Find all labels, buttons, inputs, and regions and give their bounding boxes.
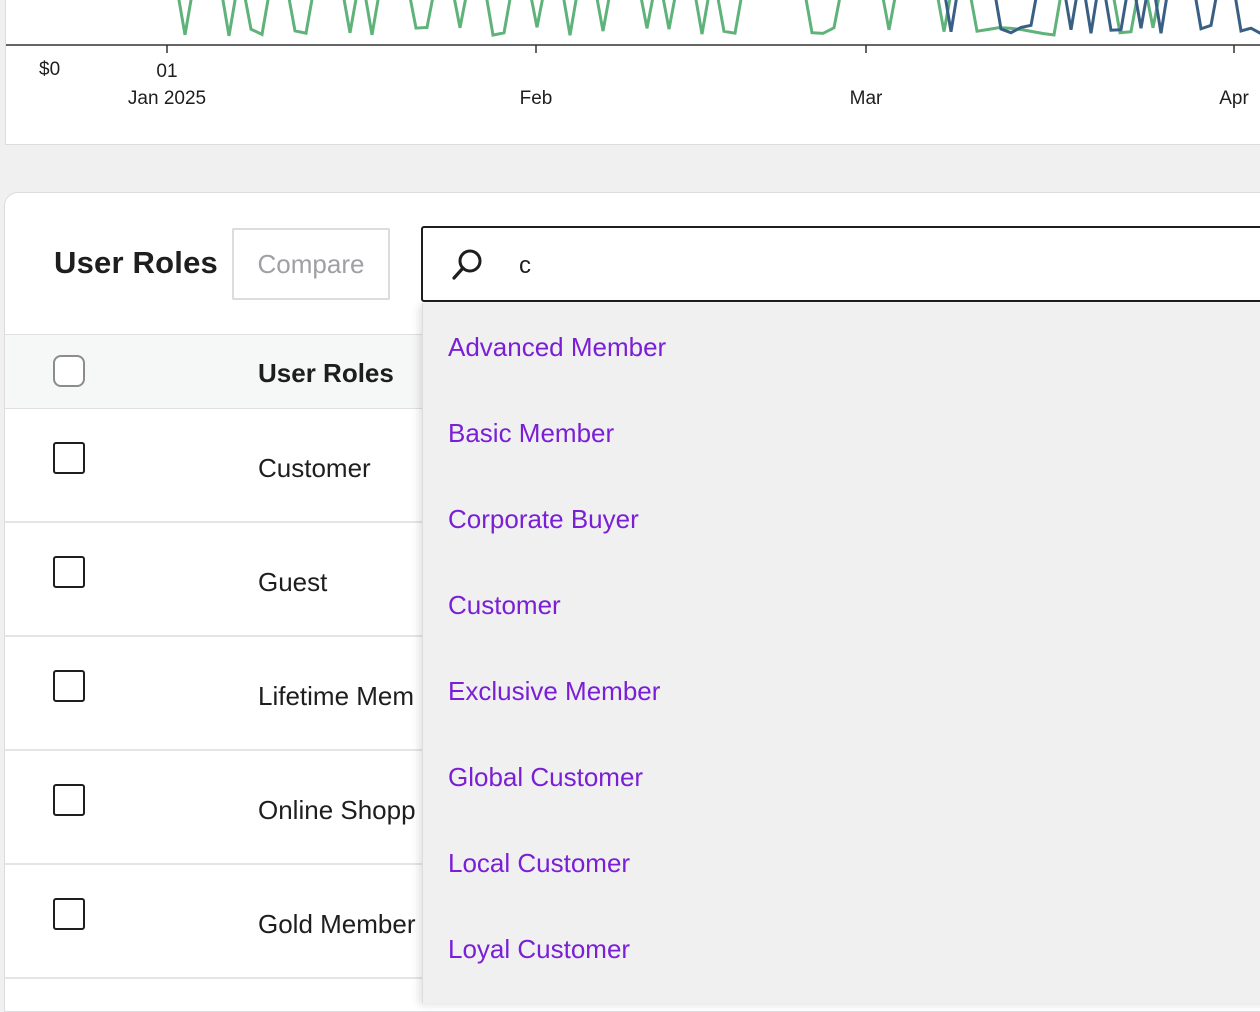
suggestion-option[interactable]: Customer — [448, 590, 561, 621]
suggestion-option[interactable]: Loyal Customer — [448, 934, 630, 965]
card-title: User Roles — [54, 245, 218, 280]
x-tick-label-apr: Apr — [1219, 88, 1249, 109]
row-checkbox[interactable] — [53, 784, 85, 816]
suggestion-option[interactable]: Advanced Member — [448, 332, 666, 363]
x-axis-ticks — [166, 45, 1235, 53]
x-tick-label-mar: Mar — [850, 88, 883, 109]
search-suggestions-dropdown: Advanced Member Basic Member Corporate B… — [422, 303, 1260, 1003]
row-label: Guest — [258, 567, 328, 597]
row-checkbox[interactable] — [53, 556, 85, 588]
role-search-input[interactable]: c — [421, 226, 1260, 302]
line-chart: $0 01 Jan 2025 Feb Mar Apr — [6, 0, 1260, 109]
search-icon — [452, 249, 482, 280]
series-line-primary — [177, 0, 1160, 37]
row-label: Customer — [258, 453, 371, 483]
column-header-user-roles[interactable]: User Roles — [258, 358, 394, 389]
row-checkbox[interactable] — [53, 442, 85, 474]
x-tick-label-jan: Jan 2025 — [128, 88, 206, 109]
suggestion-option[interactable]: Exclusive Member — [448, 676, 660, 707]
row-label: Online Shopp — [258, 795, 416, 825]
chart-card: $0 01 Jan 2025 Feb Mar Apr — [5, 0, 1260, 145]
row-label: Gold Member — [258, 909, 416, 939]
row-label: Lifetime Mem — [258, 681, 415, 711]
search-input-value[interactable]: c — [519, 252, 531, 280]
suggestion-option[interactable]: Basic Member — [448, 418, 614, 449]
compare-button[interactable]: Compare — [232, 228, 390, 300]
suggestion-option[interactable]: Local Customer — [448, 848, 630, 879]
select-all-checkbox[interactable] — [53, 355, 85, 387]
chart-lines — [177, 0, 1260, 37]
y-tick-label: $0 — [39, 59, 60, 80]
x-tick-label-jan-day: 01 — [156, 61, 177, 82]
row-checkbox[interactable] — [53, 898, 85, 930]
x-tick-label-feb: Feb — [520, 88, 553, 109]
row-checkbox[interactable] — [53, 670, 85, 702]
suggestion-option[interactable]: Global Customer — [448, 762, 643, 793]
suggestion-option[interactable]: Corporate Buyer — [448, 504, 639, 535]
